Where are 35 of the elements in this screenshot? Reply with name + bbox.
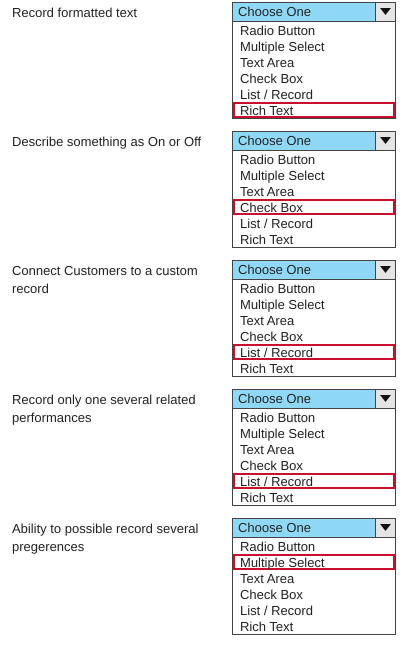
list-option[interactable]: Rich Text [233, 618, 395, 634]
list-option[interactable]: Check Box [233, 70, 395, 86]
question-label: Record only one several related performances [12, 391, 197, 427]
list-option[interactable]: Multiple Select [233, 425, 395, 441]
list-option[interactable]: Check Box [233, 457, 395, 473]
list-option[interactable]: Radio Button [233, 151, 395, 167]
list-option[interactable]: Text Area [233, 312, 395, 328]
list-option[interactable]: Radio Button [233, 409, 395, 425]
question-label: Record formatted text [12, 4, 138, 22]
list-option[interactable]: List / Record [233, 473, 395, 489]
question-label: Describe something as On or Off [12, 133, 202, 151]
list-option[interactable]: Rich Text [233, 231, 395, 247]
list-option[interactable]: Radio Button [233, 538, 395, 554]
list-option[interactable]: Multiple Select [233, 554, 395, 570]
list-option[interactable]: Radio Button [233, 280, 395, 296]
question-label: Connect Customers to a custom record [12, 262, 199, 298]
list-option[interactable]: List / Record [233, 344, 395, 360]
list-option[interactable]: Multiple Select [233, 38, 395, 54]
list-option[interactable]: Check Box [233, 199, 395, 215]
list-option[interactable]: Check Box [233, 328, 395, 344]
list-option[interactable]: Rich Text [233, 360, 395, 376]
list-option[interactable]: Text Area [233, 441, 395, 457]
list-option[interactable]: Text Area [233, 183, 395, 199]
list-option[interactable]: Text Area [233, 54, 395, 70]
list-option[interactable]: Rich Text [233, 102, 395, 118]
question-label: Ability to possible record several pregerences [12, 520, 200, 556]
list-option[interactable]: Multiple Select [233, 167, 395, 183]
list-option[interactable]: List / Record [233, 602, 395, 618]
list-option[interactable]: Text Area [233, 570, 395, 586]
list-option[interactable]: Radio Button [233, 22, 395, 38]
list-option[interactable]: List / Record [233, 215, 395, 231]
list-option[interactable]: Multiple Select [233, 296, 395, 312]
list-option[interactable]: List / Record [233, 86, 395, 102]
list-option[interactable]: Rich Text [233, 489, 395, 505]
list-option[interactable]: Check Box [233, 586, 395, 602]
